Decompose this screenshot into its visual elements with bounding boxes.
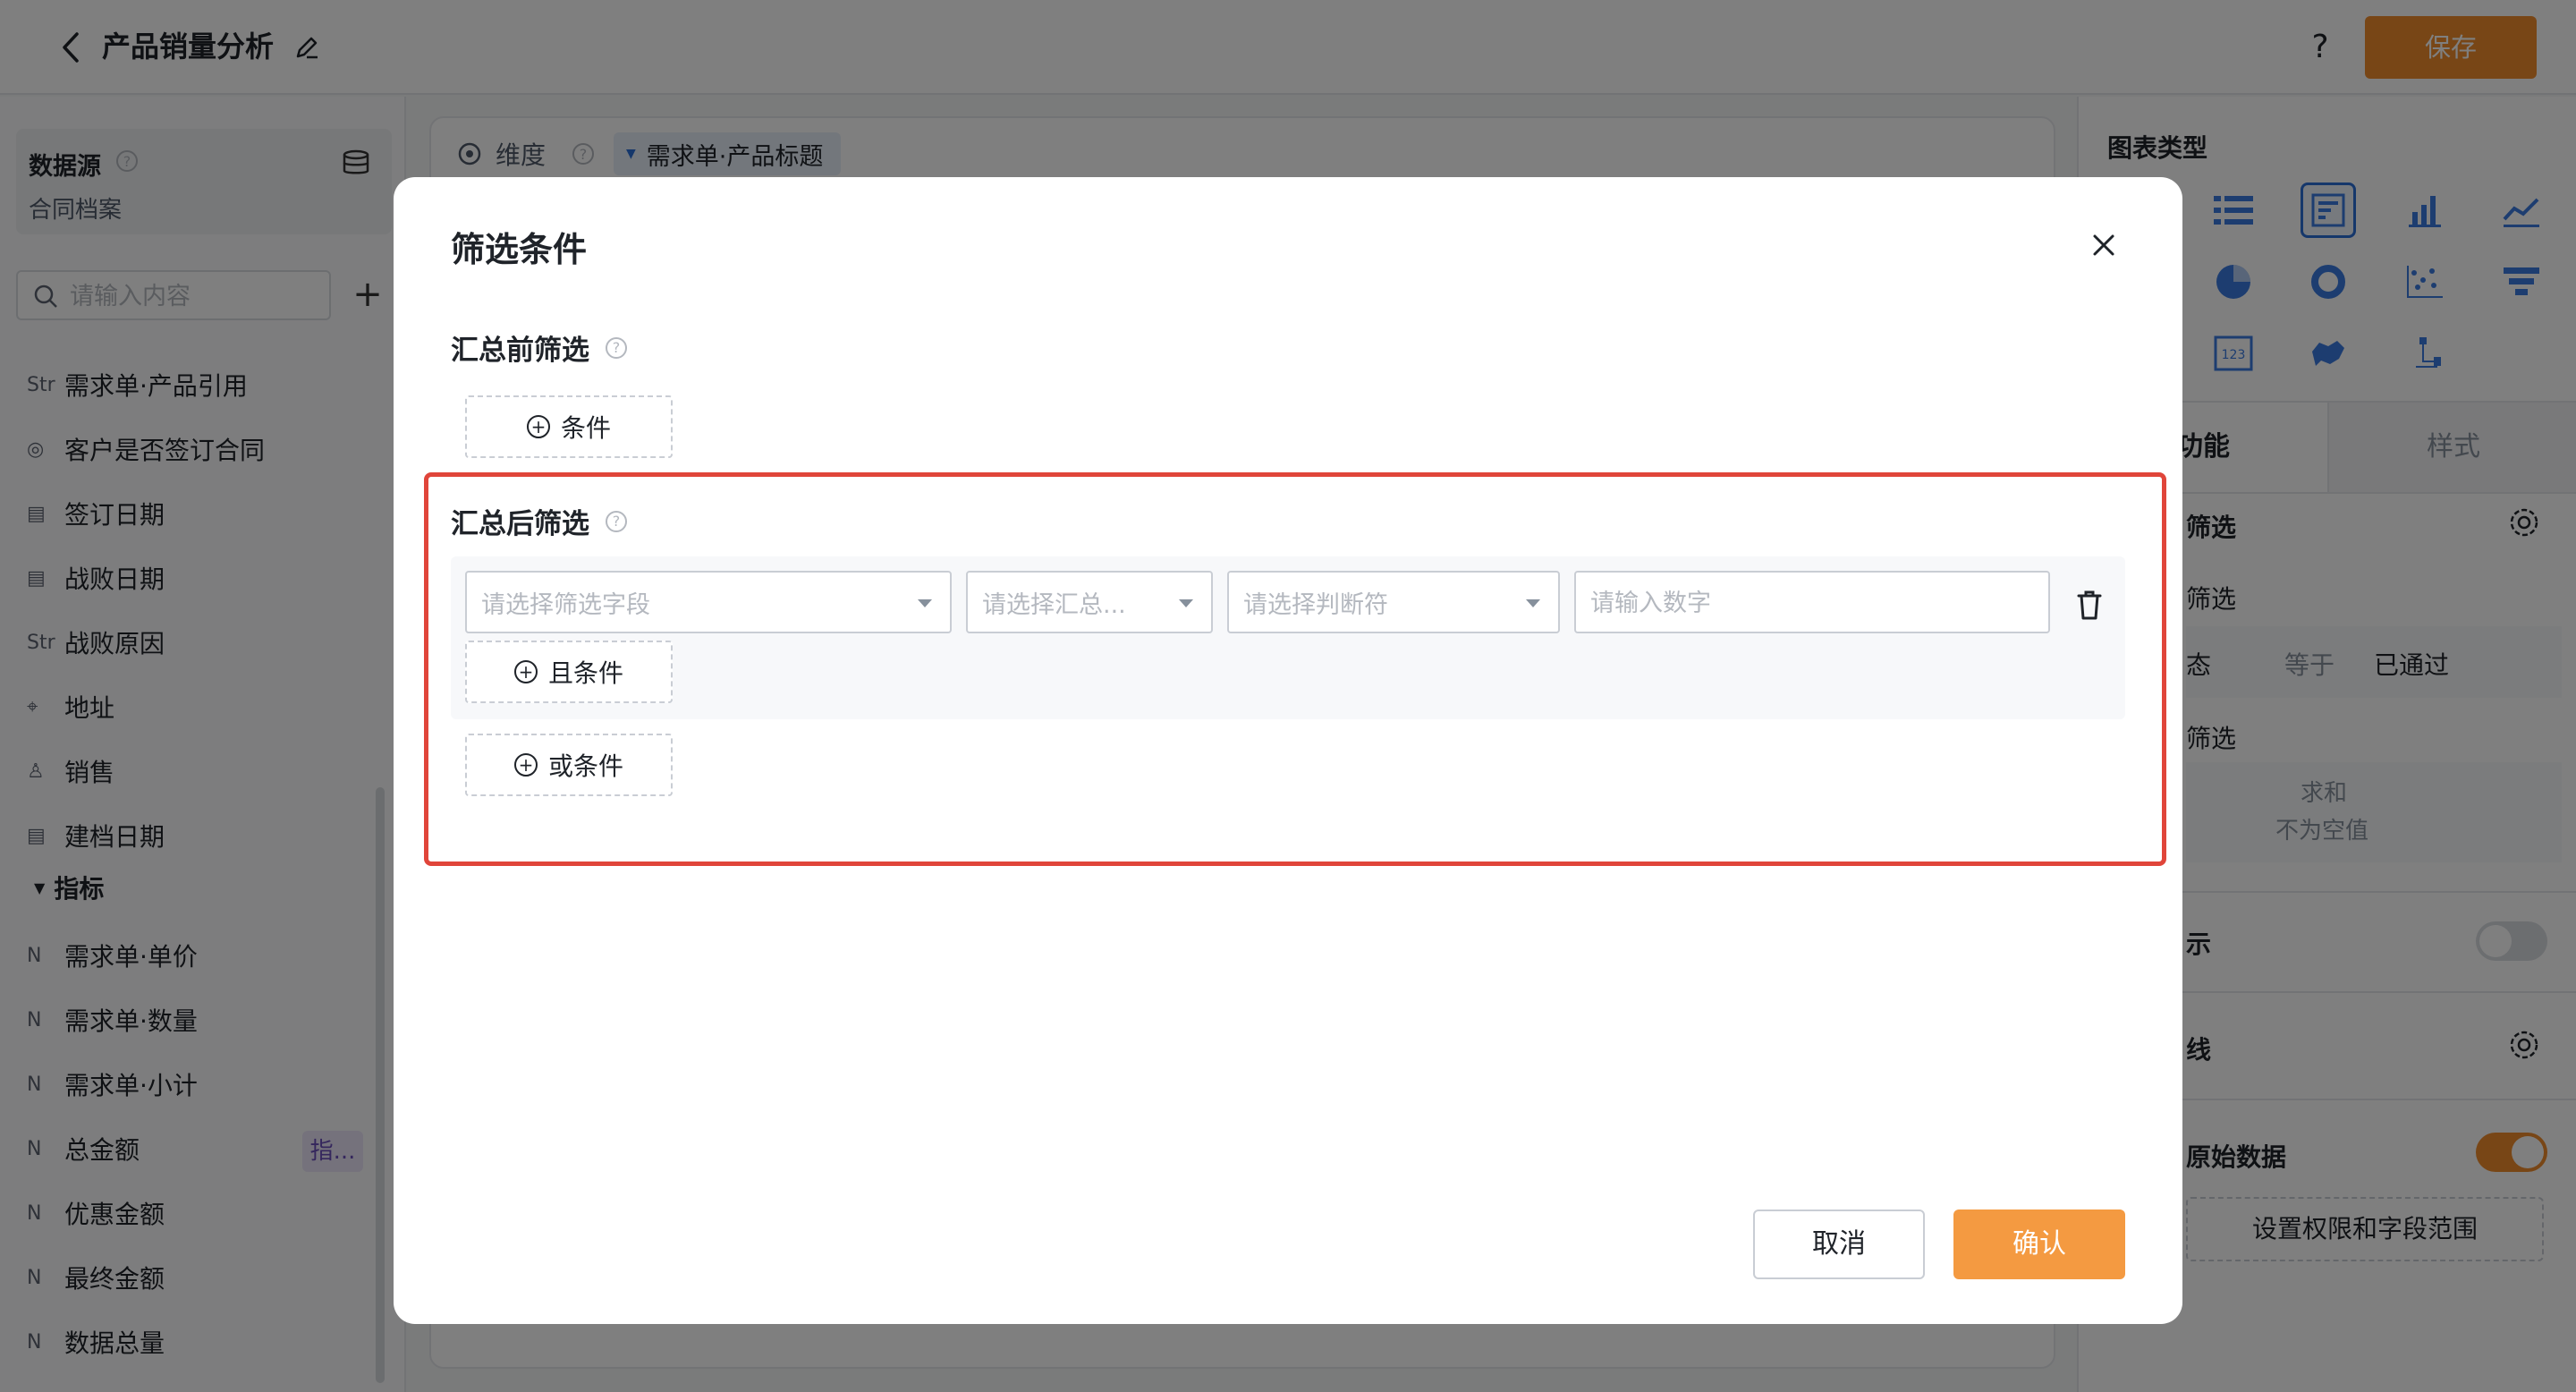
close-icon[interactable] (2082, 224, 2125, 267)
pre-aggregate-title: 汇总前筛选 (451, 335, 589, 367)
plus-circle-icon: + (526, 415, 550, 438)
cancel-button[interactable]: 取消 (1753, 1210, 1925, 1279)
pre-aggregate-section: 汇总前筛选 ? (451, 327, 627, 368)
operator-select[interactable]: 请选择判断符 (1227, 571, 1560, 633)
add-condition-button[interactable]: + 条件 (465, 395, 673, 458)
help-icon: ? (606, 336, 627, 359)
operator-select-placeholder: 请选择判断符 (1243, 590, 1388, 619)
field-select-placeholder: 请选择筛选字段 (481, 590, 650, 619)
and-condition-label: 且条件 (547, 658, 623, 688)
aggregate-select[interactable]: 请选择汇总... (966, 571, 1213, 633)
and-condition-button[interactable]: + 且条件 (465, 641, 673, 703)
plus-circle-icon: + (513, 753, 538, 777)
trash-icon[interactable] (2072, 585, 2107, 624)
confirm-button[interactable]: 确认 (1953, 1210, 2125, 1279)
caret-down-icon (1179, 599, 1193, 607)
aggregate-select-placeholder: 请选择汇总... (982, 590, 1126, 619)
add-condition-label: 条件 (560, 413, 611, 443)
caret-down-icon (918, 599, 932, 607)
number-input-box (1574, 571, 2050, 633)
dialog-title: 筛选条件 (451, 230, 588, 269)
or-condition-label: 或条件 (547, 751, 623, 781)
number-input[interactable] (1590, 585, 2029, 621)
plus-circle-icon: + (513, 660, 538, 683)
caret-down-icon (1526, 599, 1540, 607)
field-select[interactable]: 请选择筛选字段 (465, 571, 952, 633)
or-condition-button[interactable]: + 或条件 (465, 734, 673, 796)
